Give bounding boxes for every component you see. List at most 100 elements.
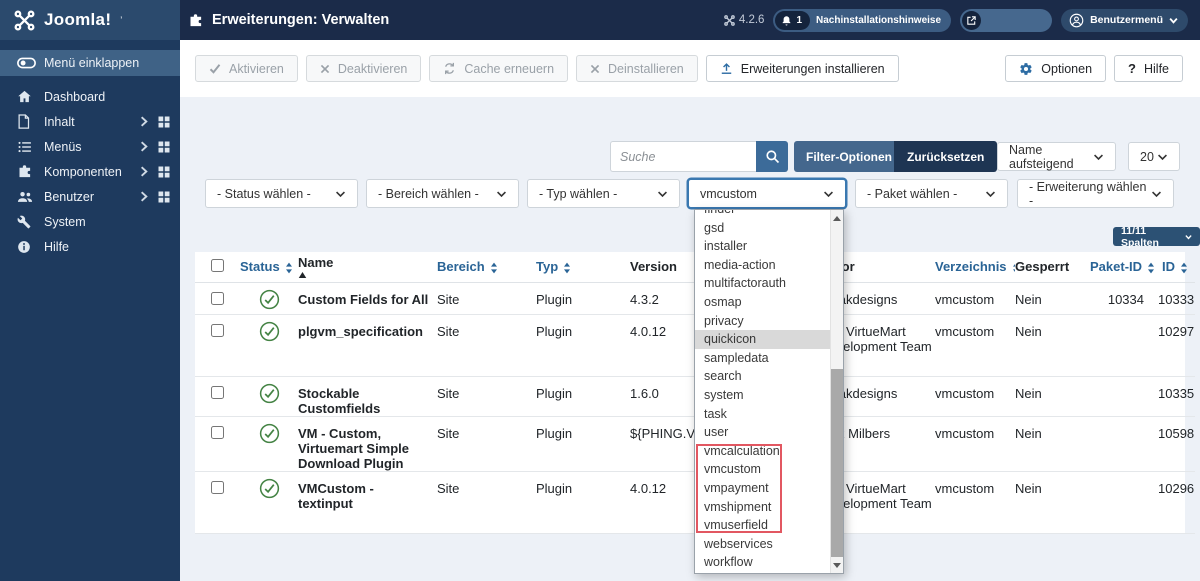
- dropdown-option[interactable]: workflow: [695, 553, 830, 572]
- scroll-up-icon[interactable]: [831, 212, 843, 224]
- notification-badge: 1: [775, 10, 811, 30]
- sidebar-item-komponenten[interactable]: Komponenten: [0, 159, 180, 184]
- select-all-checkbox[interactable]: [211, 258, 224, 272]
- column-header-id[interactable]: ID: [1158, 252, 1195, 283]
- chevron-down-icon: [657, 190, 668, 198]
- joomla-version: 4.2.6: [724, 14, 764, 26]
- dropdown-option[interactable]: vmcalculation: [695, 442, 830, 461]
- post-installation-messages-button[interactable]: 1 Nachinstallationshinweise: [773, 8, 952, 32]
- dropdown-option[interactable]: finder: [695, 210, 830, 219]
- dropdown-option[interactable]: gsd: [695, 219, 830, 238]
- grid-icon[interactable]: [158, 141, 170, 153]
- dropdown-option[interactable]: installer: [695, 237, 830, 256]
- dropdown-option[interactable]: sampledata: [695, 349, 830, 368]
- folder-filter-select[interactable]: vmcustom: [688, 179, 846, 208]
- column-header-paket-id[interactable]: Paket-ID: [1090, 252, 1158, 283]
- refresh-cache-button[interactable]: Cache erneuern: [429, 55, 569, 82]
- sort-select[interactable]: Name aufsteigend: [997, 142, 1116, 171]
- status-enabled-icon[interactable]: [259, 289, 280, 310]
- columns-button[interactable]: 11/11 Spalten: [1113, 225, 1200, 249]
- dropdown-list: finder gsd installer media-action multif…: [695, 210, 830, 573]
- extension-filter-select[interactable]: - Erweiterung wählen -: [1017, 179, 1174, 208]
- column-header-name[interactable]: Name: [298, 252, 437, 283]
- joomla-logo[interactable]: Joomla! ’: [0, 0, 180, 40]
- file-icon: [17, 114, 44, 129]
- location-filter-select[interactable]: - Bereich wählen -: [366, 179, 519, 208]
- home-icon: [17, 89, 44, 104]
- refresh-icon: [443, 62, 456, 75]
- sidebar-item-label: Dashboard: [44, 89, 106, 104]
- row-checkbox[interactable]: [211, 385, 224, 399]
- column-header-bereich[interactable]: Bereich: [437, 252, 536, 283]
- dropdown-option[interactable]: osmap: [695, 293, 830, 312]
- dropdown-option[interactable]: media-action: [695, 256, 830, 275]
- type-filter-select[interactable]: - Typ wählen -: [527, 179, 680, 208]
- sidebar-item-hilfe[interactable]: Hilfe: [0, 234, 180, 259]
- joomla-logo-icon: [14, 10, 35, 31]
- sidebar-item-benutzer[interactable]: Benutzer: [0, 184, 180, 209]
- chevron-down-icon: [1157, 153, 1168, 161]
- sidebar-item-inhalt[interactable]: Inhalt: [0, 109, 180, 134]
- status-enabled-icon[interactable]: [259, 383, 280, 404]
- scroll-down-icon[interactable]: [831, 559, 843, 571]
- dropdown-option[interactable]: multifactorauth: [695, 274, 830, 293]
- help-button[interactable]: ? Hilfe: [1114, 55, 1183, 82]
- close-icon: [320, 64, 330, 74]
- gear-icon: [1019, 62, 1033, 76]
- user-menu-button[interactable]: Benutzermenü: [1061, 8, 1188, 32]
- sidebar-item-menus[interactable]: Menüs: [0, 134, 180, 159]
- options-button[interactable]: Optionen: [1005, 55, 1107, 82]
- puzzle-icon: [188, 13, 203, 28]
- scrollbar-thumb[interactable]: [831, 369, 843, 557]
- grid-icon[interactable]: [158, 116, 170, 128]
- sidebar-item-dashboard[interactable]: Dashboard: [0, 84, 180, 109]
- row-checkbox[interactable]: [211, 323, 224, 337]
- notification-count: 1: [796, 14, 803, 26]
- sort-icon: [285, 262, 293, 274]
- dropdown-option[interactable]: system: [695, 386, 830, 405]
- grid-icon[interactable]: [158, 191, 170, 203]
- row-checkbox[interactable]: [211, 291, 224, 305]
- page-size-select[interactable]: 20: [1128, 142, 1180, 171]
- dropdown-scrollbar[interactable]: [830, 210, 843, 573]
- dropdown-option[interactable]: vmpayment: [695, 479, 830, 498]
- search-button[interactable]: [756, 141, 788, 172]
- status-enabled-icon[interactable]: [259, 478, 280, 499]
- sidebar-item-menu-collapse[interactable]: Menü einklappen: [0, 50, 180, 76]
- row-checkbox[interactable]: [211, 425, 224, 439]
- dropdown-option[interactable]: privacy: [695, 312, 830, 331]
- joomla-version-icon: [724, 14, 735, 26]
- toggle-icon: [17, 57, 44, 69]
- activate-button[interactable]: Aktivieren: [195, 55, 298, 82]
- dropdown-option[interactable]: task: [695, 405, 830, 424]
- dropdown-option[interactable]: search: [695, 367, 830, 386]
- grid-icon[interactable]: [158, 166, 170, 178]
- search-input[interactable]: [610, 141, 756, 172]
- dropdown-option[interactable]: vmuserfield: [695, 516, 830, 535]
- chevron-down-icon: [1093, 153, 1104, 161]
- column-header-gesperrt: Gesperrt: [1015, 252, 1090, 283]
- chevron-down-icon: [823, 190, 834, 198]
- dropdown-option[interactable]: webservices: [695, 535, 830, 554]
- dropdown-option[interactable]: vmshipment: [695, 498, 830, 517]
- column-header-typ[interactable]: Typ: [536, 252, 630, 283]
- dropdown-option[interactable]: vmcustom: [695, 460, 830, 479]
- status-filter-select[interactable]: - Status wählen -: [205, 179, 358, 208]
- site-preview-button[interactable]: [960, 8, 1053, 32]
- status-enabled-icon[interactable]: [259, 423, 280, 444]
- sort-icon: [1147, 262, 1155, 274]
- dropdown-option[interactable]: user: [695, 423, 830, 442]
- install-extensions-button[interactable]: Erweiterungen installieren: [705, 55, 899, 82]
- logo-trademark: ’: [120, 15, 123, 25]
- row-checkbox[interactable]: [211, 480, 224, 494]
- column-header-status[interactable]: Status: [240, 252, 298, 283]
- deactivate-button[interactable]: Deaktivieren: [305, 55, 422, 82]
- uninstall-button[interactable]: Deinstallieren: [576, 55, 698, 82]
- package-filter-select[interactable]: - Paket wählen -: [855, 179, 1008, 208]
- sidebar: Menü einklappen Dashboard Inhalt Menüs K…: [0, 40, 180, 581]
- column-header-verzeichnis[interactable]: Verzeichnis: [935, 252, 1015, 283]
- dropdown-option-highlighted[interactable]: quickicon: [695, 330, 830, 349]
- reset-button[interactable]: Zurücksetzen: [894, 141, 998, 172]
- sidebar-item-system[interactable]: System: [0, 209, 180, 234]
- status-enabled-icon[interactable]: [259, 321, 280, 342]
